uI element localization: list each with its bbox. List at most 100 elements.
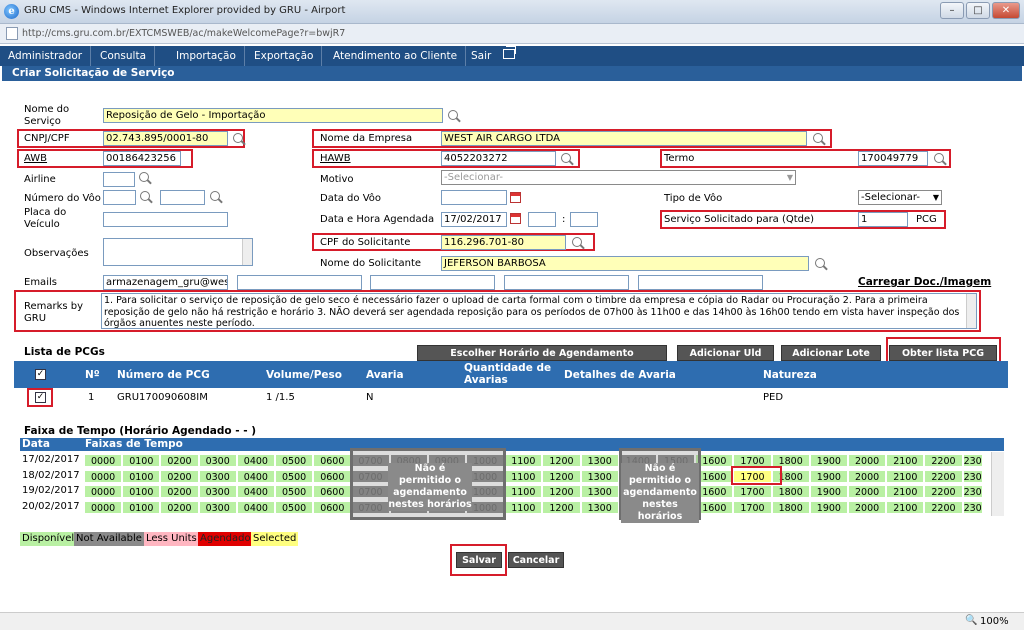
select-all-checkbox[interactable]: ✓	[35, 369, 46, 380]
time-slot[interactable]: 1200	[542, 500, 581, 514]
time-slot[interactable]: 0500	[275, 454, 314, 467]
address-bar[interactable]: http://cms.gru.com.br/EXTCMSWEB/ac/makeW…	[0, 24, 1024, 44]
scrollbar[interactable]	[966, 294, 976, 328]
time-slot[interactable]: 1800	[771, 485, 810, 498]
time-slot[interactable]: 230	[962, 469, 983, 483]
airline-field[interactable]	[103, 172, 135, 187]
cpf-solicitante-field[interactable]: 116.296.701-80	[441, 235, 566, 250]
zoom-icon[interactable]: 🔍	[965, 615, 977, 626]
time-slot[interactable]: 0200	[160, 500, 199, 514]
close-button[interactable]: ✕	[992, 2, 1020, 19]
time-slot[interactable]: 1300	[580, 469, 619, 483]
menu-sair[interactable]: Sair	[463, 46, 499, 66]
search-icon[interactable]	[233, 133, 243, 143]
minimize-button[interactable]: –	[940, 2, 964, 19]
menu-exportacao[interactable]: Exportação	[246, 46, 323, 66]
time-slot[interactable]: 1100	[504, 500, 543, 514]
menu-administrador[interactable]: Administrador	[0, 46, 92, 66]
time-slot[interactable]: 0600	[313, 485, 352, 498]
time-slot[interactable]: 1100	[504, 485, 543, 498]
time-slot[interactable]: 2000	[848, 485, 887, 498]
time-slot[interactable]: 1900	[809, 469, 848, 483]
maximize-button[interactable]: □	[966, 2, 990, 19]
time-slot[interactable]: 2200	[924, 485, 963, 498]
time-slot[interactable]: 0300	[198, 454, 237, 467]
time-slot[interactable]: 230	[962, 454, 983, 467]
time-slot[interactable]: 0600	[313, 454, 352, 467]
time-slot[interactable]: 0200	[160, 469, 199, 483]
email-field-3[interactable]	[370, 275, 495, 290]
time-slot[interactable]: 0500	[275, 485, 314, 498]
faixa-scrollbar[interactable]	[991, 452, 1004, 516]
time-slot[interactable]: 0100	[122, 454, 161, 467]
time-slot[interactable]: 0500	[275, 500, 314, 514]
remarks-textarea[interactable]: 1. Para solicitar o serviço de reposição…	[101, 293, 977, 329]
motivo-select[interactable]: -Selecionar- ▼	[441, 170, 796, 185]
time-slot[interactable]: 0300	[198, 469, 237, 483]
search-icon[interactable]	[572, 237, 582, 247]
carregar-doc-link[interactable]: Carregar Doc./Imagem	[858, 276, 991, 288]
search-icon[interactable]	[140, 191, 150, 201]
menu-atendimento[interactable]: Atendimento ao Cliente	[325, 46, 467, 66]
time-slot[interactable]: 230	[962, 500, 983, 514]
time-slot[interactable]: 2000	[848, 469, 887, 483]
search-icon[interactable]	[934, 153, 944, 163]
time-slot[interactable]: 1100	[504, 469, 543, 483]
calendar-icon[interactable]	[510, 192, 521, 203]
numero-voo-field-2[interactable]	[160, 190, 205, 205]
minute-field[interactable]	[570, 212, 598, 227]
data-hora-field[interactable]: 17/02/2017	[441, 212, 507, 227]
time-slot[interactable]: 1700	[733, 485, 772, 498]
restore-icon[interactable]	[503, 46, 516, 59]
time-slot[interactable]: 2100	[886, 500, 925, 514]
time-slot[interactable]: 1200	[542, 454, 581, 467]
calendar-icon[interactable]	[510, 213, 521, 224]
time-slot[interactable]: 230	[962, 485, 983, 498]
time-slot[interactable]: 1800	[771, 500, 810, 514]
email-field-5[interactable]	[638, 275, 763, 290]
time-slot[interactable]: 1700	[733, 500, 772, 514]
placa-field[interactable]	[103, 212, 228, 227]
time-slot[interactable]: 0600	[313, 469, 352, 483]
salvar-button[interactable]: Salvar	[456, 552, 502, 568]
time-slot[interactable]: 0000	[84, 454, 123, 467]
tipo-voo-select[interactable]: -Selecionar- ▼	[858, 190, 942, 205]
time-slot[interactable]: 1300	[580, 454, 619, 467]
time-slot[interactable]: 2100	[886, 454, 925, 467]
data-voo-field[interactable]	[441, 190, 507, 205]
time-slot[interactable]: 0400	[236, 454, 275, 467]
time-slot[interactable]: 0600	[313, 500, 352, 514]
escolher-horario-button[interactable]: Escolher Horário de Agendamento	[417, 345, 667, 361]
menu-importacao[interactable]: Importação	[168, 46, 245, 66]
time-slot[interactable]: 0200	[160, 485, 199, 498]
time-slot[interactable]: 0200	[160, 454, 199, 467]
time-slot[interactable]: 2100	[886, 469, 925, 483]
time-slot[interactable]: 2200	[924, 500, 963, 514]
time-slot[interactable]: 0400	[236, 500, 275, 514]
time-slot[interactable]: 2200	[924, 454, 963, 467]
email-field-1[interactable]: armazenagem_gru@wes	[103, 275, 228, 290]
nome-solicitante-field[interactable]: JEFERSON BARBOSA	[441, 256, 809, 271]
time-slot[interactable]: 1200	[542, 469, 581, 483]
servico-qtde-field[interactable]: 1	[858, 212, 908, 227]
email-field-4[interactable]	[504, 275, 629, 290]
nome-empresa-field[interactable]: WEST AIR CARGO LTDA	[441, 131, 807, 146]
time-slot[interactable]: 2000	[848, 454, 887, 467]
adicionar-lote-button[interactable]: Adicionar Lote	[781, 345, 881, 361]
scrollbar[interactable]	[242, 239, 252, 265]
search-icon[interactable]	[139, 172, 149, 182]
time-slot[interactable]: 0300	[198, 500, 237, 514]
time-slot[interactable]: 0400	[236, 469, 275, 483]
time-slot[interactable]: 1900	[809, 485, 848, 498]
time-slot[interactable]: 1100	[504, 454, 543, 467]
search-icon[interactable]	[813, 133, 823, 143]
row-checkbox[interactable]: ✓	[35, 392, 46, 403]
time-slot[interactable]: 1300	[580, 485, 619, 498]
adicionar-uld-button[interactable]: Adicionar Uld	[677, 345, 774, 361]
hour-field[interactable]	[528, 212, 556, 227]
time-slot[interactable]: 0500	[275, 469, 314, 483]
time-slot[interactable]: 0000	[84, 485, 123, 498]
menu-consulta[interactable]: Consulta	[92, 46, 156, 66]
time-slot[interactable]: 2100	[886, 485, 925, 498]
time-slot[interactable]: 0000	[84, 469, 123, 483]
